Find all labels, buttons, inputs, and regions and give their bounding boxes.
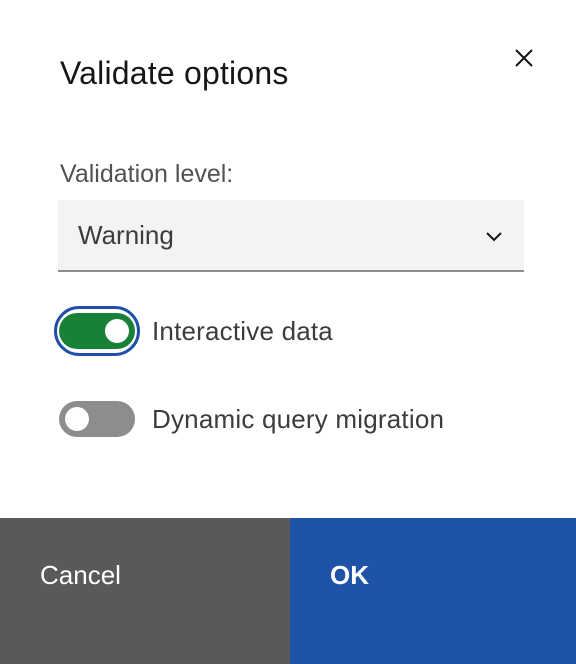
toggle-track <box>59 401 135 437</box>
validation-level-label: Validation level: <box>60 160 234 188</box>
toggle-knob <box>105 319 129 343</box>
close-button[interactable] <box>502 38 546 82</box>
interactive-data-row: Interactive data <box>54 306 333 356</box>
toggle-track <box>59 313 135 349</box>
dialog-footer: Cancel OK <box>0 518 576 664</box>
chevron-down-icon <box>482 224 506 248</box>
interactive-data-label: Interactive data <box>152 315 333 346</box>
cancel-button[interactable]: Cancel <box>0 518 290 664</box>
ok-button[interactable]: OK <box>290 518 576 664</box>
dynamic-query-migration-toggle[interactable] <box>54 394 140 444</box>
toggle-knob <box>65 407 89 431</box>
validation-level-value: Warning <box>78 220 174 250</box>
close-icon <box>513 47 535 74</box>
dynamic-query-migration-label: Dynamic query migration <box>152 403 445 434</box>
validate-options-dialog: Validate options Validation level: Warni… <box>0 0 576 664</box>
dialog-title: Validate options <box>60 55 289 91</box>
validation-level-select[interactable]: Warning <box>58 200 524 272</box>
interactive-data-toggle[interactable] <box>54 306 140 356</box>
dynamic-query-migration-row: Dynamic query migration <box>54 394 444 444</box>
